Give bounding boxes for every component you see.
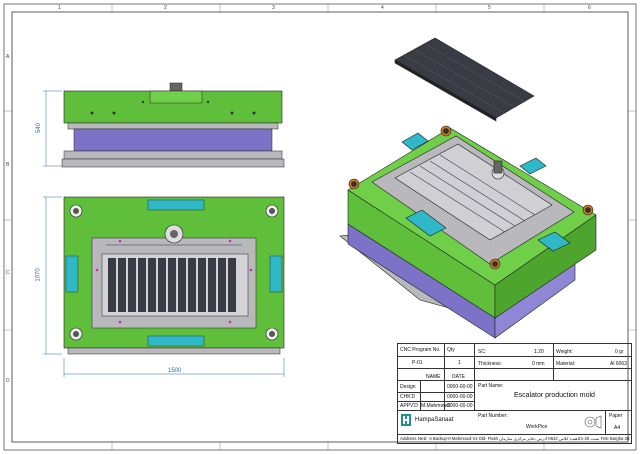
address-label: Address Ne. [400, 436, 425, 441]
sc-value: 1:20 [534, 349, 544, 355]
sprue-bushing [169, 82, 183, 92]
zone-row-b: B [6, 162, 10, 168]
dimension-height-front: 540 [36, 122, 43, 134]
thickness-label: Thickness: [478, 361, 502, 367]
cnc-program-value: P-01 [412, 360, 423, 366]
dimension-width-top: 1500 [168, 368, 182, 374]
material-value: Al 6063 [610, 361, 627, 367]
address-value: E -4 Backup-0-Mahmoodi 01-Old- Flash تست… [424, 436, 630, 441]
appvd-date: 0000-00-00 [447, 403, 473, 409]
drawing-sheet: { "zones": { "columns": ["1","2","3","4"… [0, 0, 640, 454]
zone-row-d: D [6, 378, 10, 384]
part-number-value: WorkPice [526, 424, 548, 430]
zone-col-4: 4 [381, 5, 384, 11]
thickness-value: 0 mm [532, 361, 545, 367]
zone-row-a: A [6, 54, 10, 60]
part-number-label: Part Number: [478, 413, 508, 419]
zone-col-2: 2 [164, 5, 167, 11]
weight-label: Weight: [556, 349, 573, 355]
part-name-label: Part Name: [478, 383, 504, 389]
paper-value: A4 [614, 425, 621, 431]
projection-symbol-icon [584, 415, 602, 429]
dimension-height-top: 1070 [35, 268, 42, 282]
name-col-label: NAME [426, 374, 441, 380]
zone-col-6: 6 [588, 5, 591, 11]
zone-row-c: C [6, 270, 10, 276]
title-block: CNC Program No. P-01 Qty 1 SC: 1:20 Weig… [397, 343, 632, 444]
design-date: 0000-00-00 [447, 384, 473, 390]
qty-label: Qty [447, 347, 455, 353]
design-label: Design [400, 384, 416, 390]
chkd-label: CHK'D [400, 394, 416, 400]
zone-col-3: 3 [272, 5, 275, 11]
isometric-view [339, 37, 597, 339]
part-name-value: Escalator production mold [514, 392, 595, 399]
front-view [61, 82, 285, 168]
zone-col-5: 5 [488, 5, 491, 11]
appvd-name: M.Mahmoudi [421, 403, 450, 409]
front-insert [73, 128, 273, 152]
sc-label: SC: [478, 349, 487, 355]
company-name: HampaSanaat [415, 417, 454, 423]
top-view [63, 196, 285, 355]
qty-value: 1 [458, 360, 461, 366]
zone-col-1: 1 [58, 5, 61, 11]
date-col-label: DATE [452, 374, 465, 380]
material-label: Material: [556, 361, 576, 367]
paper-label: Paper [609, 413, 623, 419]
chkd-date: 0000-00-00 [447, 394, 473, 400]
company-logo [401, 414, 411, 426]
cnc-program-label: CNC Program No. [400, 347, 441, 353]
appvd-label: APPV'D [400, 403, 418, 409]
weight-value: 0 gr [615, 349, 624, 355]
